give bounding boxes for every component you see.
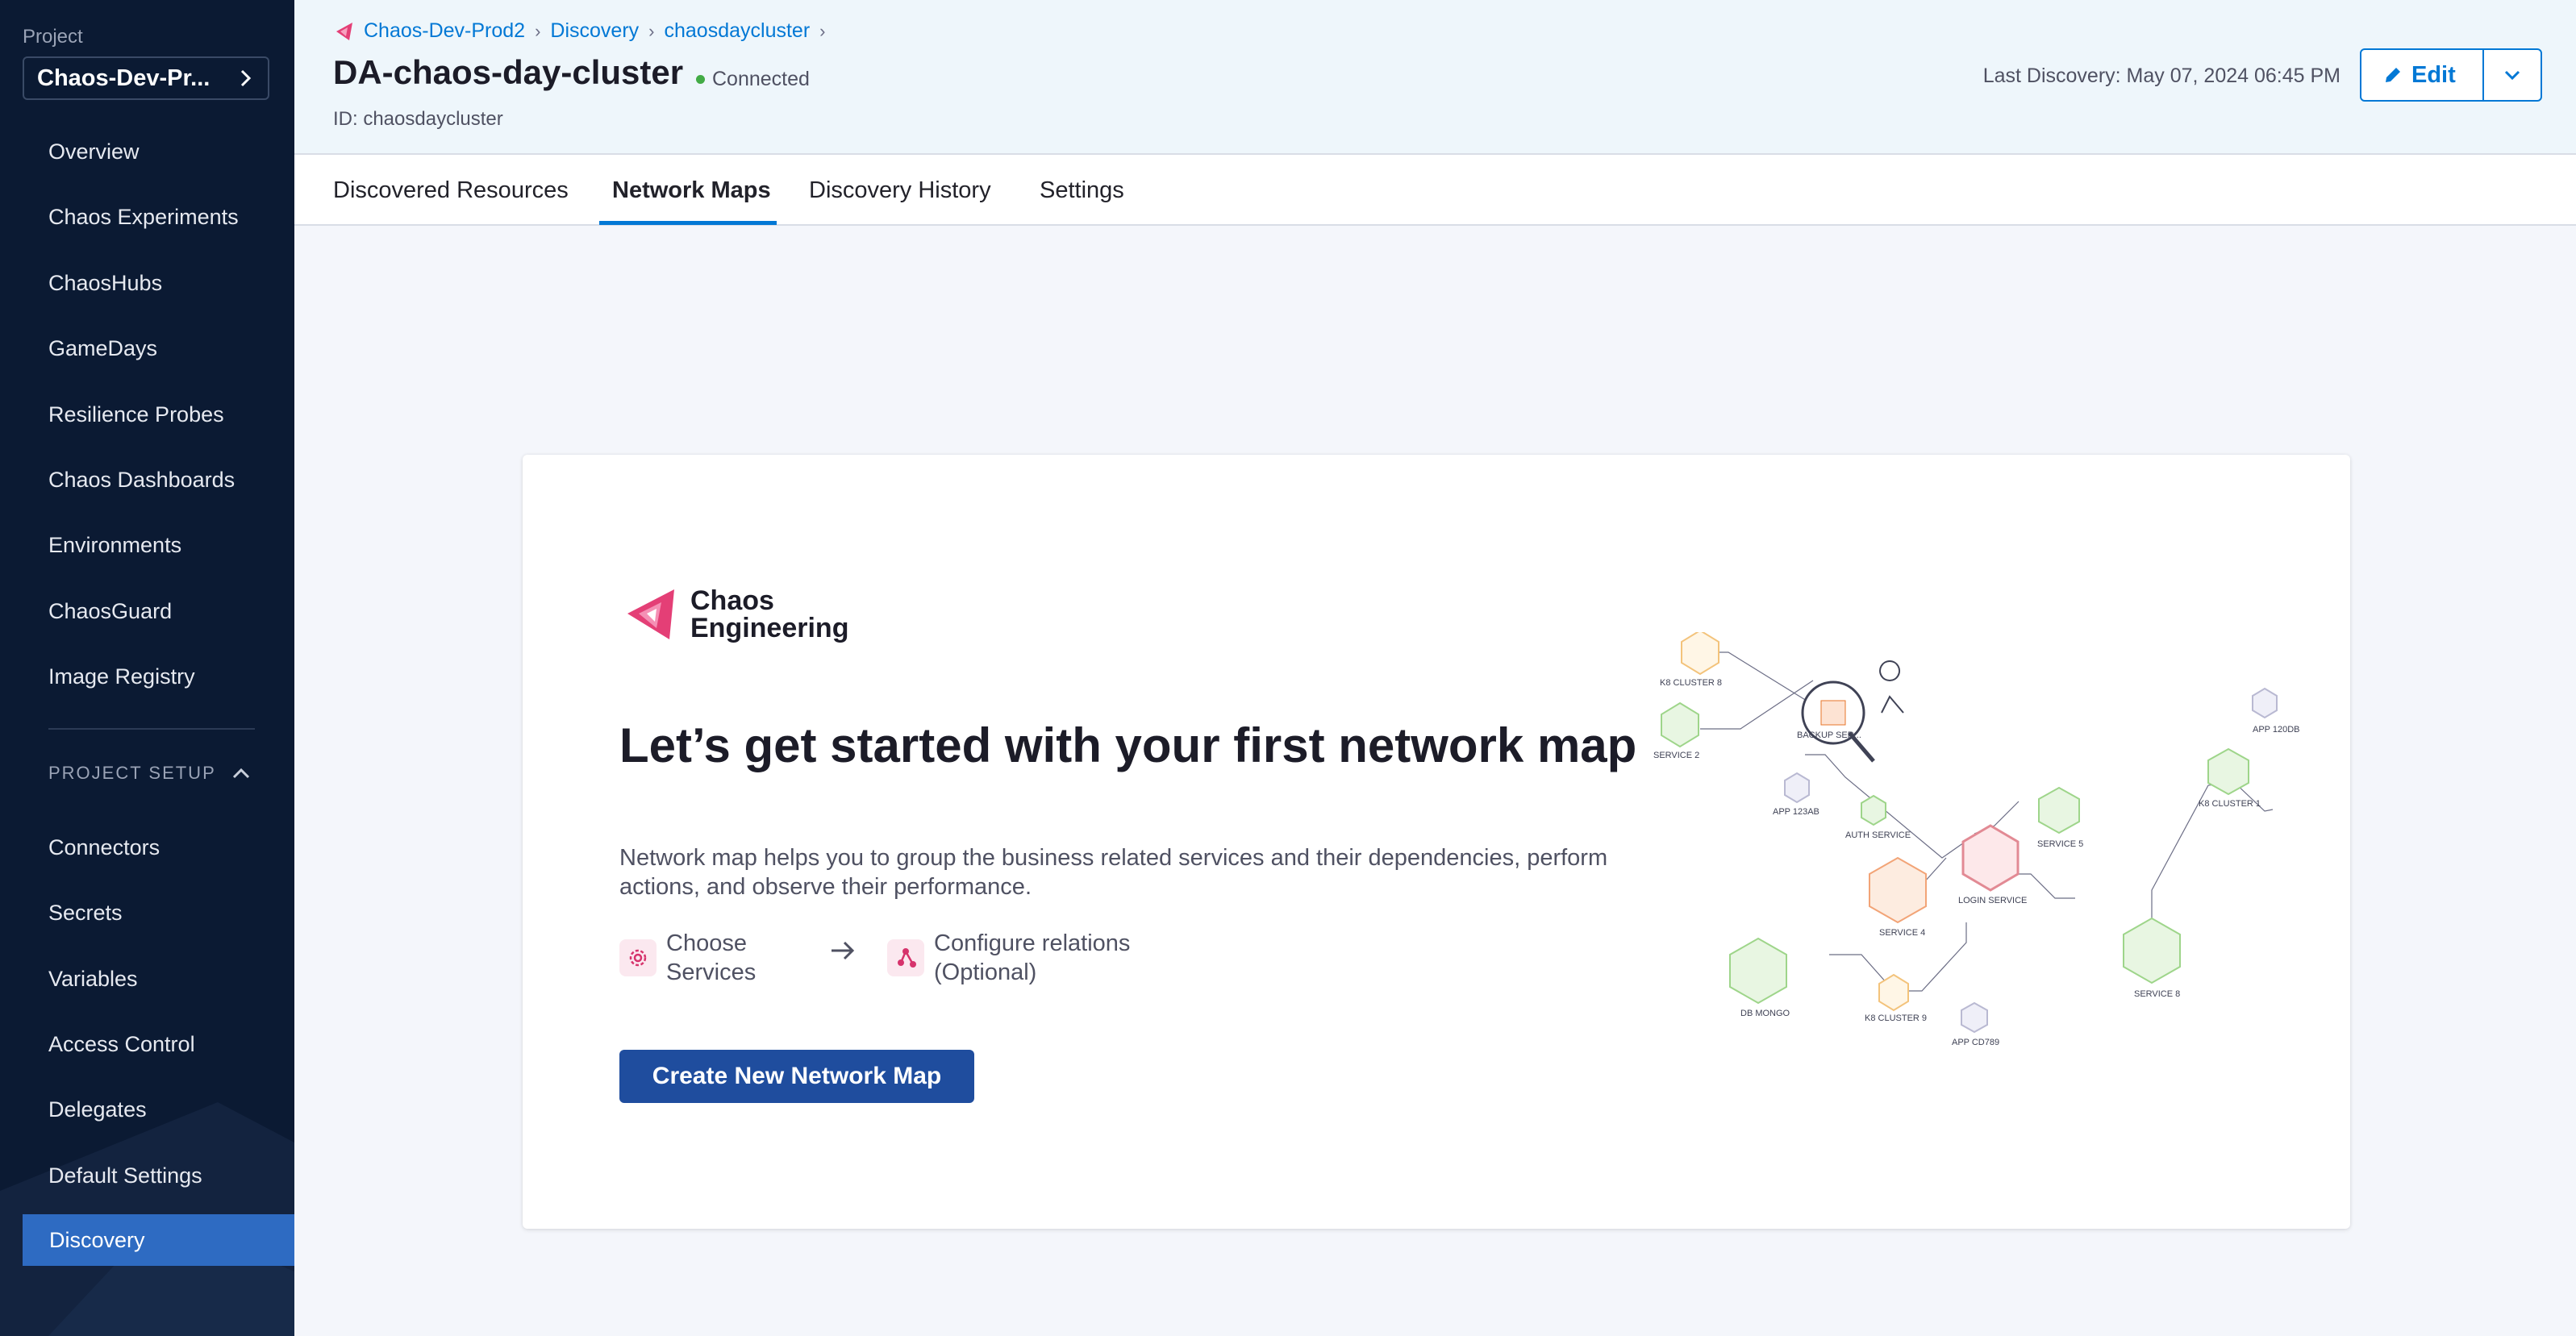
network-map-empty-state: Chaos Engineering Let’s get started with… <box>523 455 2350 1229</box>
node-label-backup-service: BACKUP SER... <box>1797 730 1861 740</box>
arrow-right-icon <box>832 941 855 960</box>
tab-bar: Discovered Resources Network Maps Discov… <box>294 155 2576 226</box>
brand-line-2: Engineering <box>690 613 849 643</box>
network-map-illustration: K8 CLUSTER 8 BACKUP SER... SERVICE 2 APP… <box>1653 632 2300 1047</box>
sidebar-item-default-settings[interactable]: Default Settings <box>48 1159 202 1192</box>
sidebar-item-resilience-probes[interactable]: Resilience Probes <box>48 398 224 431</box>
sidebar-item-chaos-experiments[interactable]: Chaos Experiments <box>48 201 239 233</box>
chaos-engineering-logo: Chaos Engineering <box>624 586 848 643</box>
chevron-right-icon <box>240 69 252 87</box>
status-dot-icon <box>696 75 705 84</box>
gear-icon <box>619 939 657 976</box>
chaos-logo-icon <box>627 589 674 639</box>
relations-icon <box>887 939 924 976</box>
sidebar: Project Chaos-Dev-Pr... Overview Chaos E… <box>0 0 294 1336</box>
node-label-db-mongo: DB MONGO <box>1740 1009 1790 1018</box>
project-selector[interactable]: Chaos-Dev-Pr... <box>23 56 269 100</box>
sidebar-item-discovery[interactable]: Discovery <box>23 1214 294 1266</box>
node-label-service-2: SERVICE 2 <box>1653 751 1699 760</box>
node-label-k8-cluster-8: K8 CLUSTER 8 <box>1660 678 1722 688</box>
breadcrumb-project[interactable]: Chaos-Dev-Prod2 <box>364 19 525 43</box>
step2-line2: (Optional) <box>934 959 1037 985</box>
create-network-map-button[interactable]: Create New Network Map <box>619 1050 974 1103</box>
sidebar-item-secrets[interactable]: Secrets <box>48 897 123 929</box>
page-header: Chaos-Dev-Prod2 › Discovery › chaosdaycl… <box>294 0 2576 155</box>
node-label-app-120db: APP 120DB <box>2253 725 2300 735</box>
step1-line1: Choose <box>666 930 747 956</box>
tab-discovery-history[interactable]: Discovery History <box>809 155 991 226</box>
node-label-app-123ab: APP 123AB <box>1773 807 1819 817</box>
breadcrumb-separator-icon: › <box>535 20 541 41</box>
sidebar-item-environments[interactable]: Environments <box>48 529 181 561</box>
node-label-service-8: SERVICE 8 <box>2134 989 2180 999</box>
breadcrumb-separator-icon: › <box>648 20 655 41</box>
tab-network-maps[interactable]: Network Maps <box>612 155 771 226</box>
cluster-id: ID: chaosdaycluster <box>333 108 503 130</box>
edit-button[interactable]: Edit <box>2361 50 2484 100</box>
status-label: Connected <box>712 68 810 90</box>
empty-state-description: Network map helps you to group the busin… <box>619 845 1608 900</box>
node-label-k8-cluster-1: K8 CLUSTER 1 <box>2199 799 2261 809</box>
sidebar-item-variables[interactable]: Variables <box>48 963 138 995</box>
brand-line-1: Chaos <box>690 585 774 616</box>
connection-status: Connected <box>696 68 810 91</box>
sidebar-item-connectors[interactable]: Connectors <box>48 831 160 864</box>
tab-settings[interactable]: Settings <box>1040 155 1124 226</box>
node-label-k8-cluster-9: K8 CLUSTER 9 <box>1865 1013 1927 1023</box>
node-label-app-cd789: APP CD789 <box>1952 1038 1999 1047</box>
sidebar-item-access-control[interactable]: Access Control <box>48 1028 195 1060</box>
project-label: Project <box>23 26 83 48</box>
edit-label: Edit <box>2411 61 2456 88</box>
chevron-down-icon <box>2504 70 2520 81</box>
active-tab-indicator <box>599 221 777 225</box>
empty-state-headline: Let’s get started with your first networ… <box>619 718 1637 772</box>
page-title: DA-chaos-day-cluster <box>333 53 684 91</box>
map-nodes: K8 CLUSTER 8 BACKUP SER... SERVICE 2 APP… <box>1653 632 2300 1047</box>
sidebar-item-chaosguard[interactable]: ChaosGuard <box>48 595 172 627</box>
step2-line1: Configure relations <box>934 930 1131 956</box>
sidebar-divider <box>48 728 255 730</box>
last-discovery: Last Discovery: May 07, 2024 06:45 PM <box>1982 65 2340 87</box>
breadcrumb: Chaos-Dev-Prod2 › Discovery › chaosdaycl… <box>333 19 835 43</box>
chevron-up-icon[interactable] <box>231 763 252 784</box>
breadcrumb-cluster[interactable]: chaosdaycluster <box>665 19 811 43</box>
breadcrumb-discovery[interactable]: Discovery <box>550 19 639 43</box>
step1-line2: Services <box>666 959 757 985</box>
breadcrumb-separator-icon: › <box>819 20 826 41</box>
chaos-logo-icon <box>336 22 352 40</box>
sidebar-item-gamedays[interactable]: GameDays <box>48 332 157 364</box>
node-label-service-5: SERVICE 5 <box>2037 839 2083 849</box>
project-setup-label: PROJECT SETUP <box>48 763 216 783</box>
project-name: Chaos-Dev-Pr... <box>37 65 210 91</box>
map-connections <box>1700 651 2274 992</box>
step-choose-services: Choose Services <box>619 929 756 987</box>
step-configure-relations: Configure relations (Optional) <box>887 929 1130 987</box>
sidebar-item-overview[interactable]: Overview <box>48 135 140 168</box>
sidebar-item-chaos-dashboards[interactable]: Chaos Dashboards <box>48 464 235 496</box>
tab-discovered-resources[interactable]: Discovered Resources <box>333 155 569 226</box>
sidebar-item-chaoshubs[interactable]: ChaosHubs <box>48 267 162 299</box>
node-label-auth-service: AUTH SERVICE <box>1845 830 1911 840</box>
edit-dropdown-button[interactable] <box>2484 50 2541 100</box>
sidebar-item-image-registry[interactable]: Image Registry <box>48 660 195 693</box>
node-label-login-service: LOGIN SERVICE <box>1958 896 2027 905</box>
pencil-icon <box>2386 68 2400 82</box>
node-label-service-4: SERVICE 4 <box>1879 928 1925 938</box>
sidebar-item-delegates[interactable]: Delegates <box>48 1093 147 1126</box>
edit-button-group: Edit <box>2360 48 2542 102</box>
